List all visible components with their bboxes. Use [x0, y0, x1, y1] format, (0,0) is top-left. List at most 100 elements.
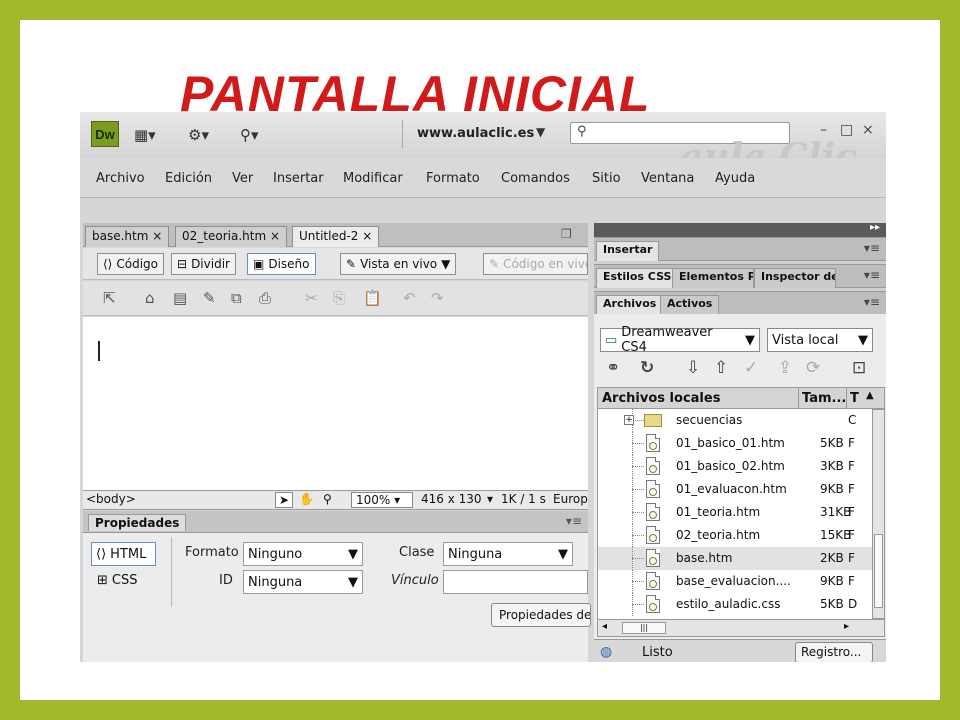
menu-comandos[interactable]: Comandos	[501, 171, 570, 186]
tab-propiedades[interactable]: Propiedades	[88, 514, 187, 531]
panel-menu-icon[interactable]: ▾≡	[566, 514, 582, 528]
clipboard-icon[interactable]: 📋	[363, 289, 382, 307]
site-name[interactable]: www.aulaclic.es	[417, 126, 534, 141]
restore-icon[interactable]: ❐	[561, 227, 572, 241]
close-icon[interactable]: ×	[862, 122, 874, 138]
scroll-thumb[interactable]: |||	[622, 622, 666, 634]
browser-icon[interactable]: ⌂	[145, 289, 155, 307]
sync-icon[interactable]: ⟳	[806, 358, 820, 378]
scroll-up-icon[interactable]: ▲	[866, 390, 874, 401]
check-out-icon[interactable]: ✓	[744, 358, 758, 378]
gear-icon[interactable]: ⚙▾	[188, 126, 209, 144]
vinculo-input[interactable]	[443, 570, 588, 594]
page-properties-button[interactable]: Propiedades de	[491, 603, 591, 627]
live-view-button[interactable]: ✎ Vista en vivo ▼	[340, 253, 457, 275]
scroll-right-icon[interactable]: ▸	[844, 621, 849, 632]
tab-base[interactable]: base.htm ×	[85, 226, 170, 247]
clase-select[interactable]: Ninguna ▼	[443, 542, 573, 566]
print-icon[interactable]: ⎙	[259, 289, 271, 307]
expand-plus-icon[interactable]: +	[624, 415, 634, 425]
close-icon[interactable]: ×	[362, 229, 372, 243]
tab-activos[interactable]: Activos	[660, 295, 720, 315]
menu-formato[interactable]: Formato	[426, 171, 480, 186]
expand-icon[interactable]: ⊡	[852, 358, 866, 378]
file-row[interactable]: + secuencias C	[598, 409, 873, 432]
panel-menu-icon[interactable]: ▾≡	[864, 295, 880, 309]
close-icon[interactable]: ×	[270, 229, 280, 243]
vertical-scrollbar[interactable]	[872, 409, 885, 619]
layout-icon[interactable]: ▦▾	[134, 126, 156, 144]
cut-icon[interactable]: ✂	[305, 289, 318, 307]
redo-icon[interactable]: ↷	[431, 289, 444, 307]
site-select[interactable]: ▭ Dreamweaver CS4 ▼	[600, 325, 760, 355]
view-select[interactable]: Vista local ▼	[767, 328, 873, 352]
code-view-button[interactable]: ⟨⟩ Código	[97, 253, 165, 275]
file-row[interactable]: estilo_auladic.css 5KB D	[598, 593, 873, 616]
chevron-down-icon[interactable]: ▼	[441, 257, 450, 271]
tab-elementos[interactable]: Elementos PA	[672, 268, 754, 288]
column-archivos-locales[interactable]: Archivos locales	[602, 391, 720, 406]
id-select[interactable]: Ninguna ▼	[243, 570, 363, 594]
horizontal-scrollbar[interactable]: ◂ ||| ▸	[597, 619, 885, 637]
collapse-icon[interactable]: ▸▸	[870, 222, 880, 233]
file-row[interactable]: 01_basico_02.htm 3KB F	[598, 455, 873, 478]
hand-icon[interactable]: ✋	[299, 492, 314, 506]
menu-sitio[interactable]: Sitio	[592, 171, 621, 186]
tab-02-teoria[interactable]: 02_teoria.htm ×	[175, 226, 288, 247]
menu-ver[interactable]: Ver	[232, 171, 253, 186]
bridge-icon[interactable]: ▤	[173, 289, 187, 307]
html-mode-button[interactable]: ⟨⟩ HTML	[91, 542, 156, 566]
put-files-icon[interactable]: ⇧	[714, 358, 728, 378]
chevron-down-icon[interactable]: ▼	[536, 125, 545, 139]
connect-icon[interactable]: ⚭	[606, 358, 620, 378]
minimize-icon[interactable]: –	[820, 122, 827, 138]
column-tamano[interactable]: Tam...	[802, 391, 846, 406]
close-icon[interactable]: ×	[152, 229, 162, 243]
file-row[interactable]: 01_basico_01.htm 5KB F	[598, 432, 873, 455]
panel-menu-icon[interactable]: ▾≡	[864, 268, 880, 282]
refresh-icon[interactable]: ↻	[640, 358, 654, 378]
file-row[interactable]: 01_teoria.htm 31KB F	[598, 501, 873, 524]
get-files-icon[interactable]: ⇩	[686, 358, 700, 378]
paste-icon[interactable]: ⎘	[333, 289, 345, 307]
registro-button[interactable]: Registro...	[795, 642, 873, 662]
file-row[interactable]: 01_evaluacon.htm 9KB F	[598, 478, 873, 501]
column-tipo[interactable]: T	[850, 391, 859, 406]
zoom-select[interactable]: 100% ▾	[351, 492, 413, 508]
pointer-icon[interactable]: ➤	[275, 492, 294, 508]
tab-estilos-css[interactable]: Estilos CSS	[596, 268, 679, 288]
edit-icon[interactable]: ✎	[203, 289, 216, 307]
file-row[interactable]: base_evaluacion.... 9KB F	[598, 570, 873, 593]
site-icon[interactable]: ⚲▾	[240, 126, 259, 144]
menu-ayuda[interactable]: Ayuda	[715, 171, 755, 186]
tab-insertar[interactable]: Insertar	[596, 241, 660, 261]
panel-menu-icon[interactable]: ▾≡	[864, 241, 880, 255]
design-view-button[interactable]: ▣ Diseño	[247, 253, 316, 275]
tag-selector[interactable]: <body>	[86, 492, 136, 506]
zoom-icon[interactable]: ⚲	[323, 492, 332, 506]
live-code-button[interactable]: ✎ Código en vivo	[483, 253, 588, 275]
scroll-left-icon[interactable]: ◂	[602, 621, 607, 632]
menu-modificar[interactable]: Modificar	[343, 171, 403, 186]
maximize-icon[interactable]: □	[840, 122, 853, 138]
menu-ventana[interactable]: Ventana	[641, 171, 694, 186]
menu-archivo[interactable]: Archivo	[96, 171, 145, 186]
copy-icon[interactable]: ⧉	[231, 289, 242, 307]
check-in-icon[interactable]: ⇪	[778, 358, 792, 378]
tab-untitled-2[interactable]: Untitled-2 ×	[292, 226, 380, 247]
split-view-button[interactable]: ⊟ Dividir	[171, 253, 236, 275]
menu-insertar[interactable]: Insertar	[273, 171, 324, 186]
design-canvas[interactable]	[83, 317, 588, 490]
file-row[interactable]: base.htm 2KB F	[598, 547, 873, 570]
file-row[interactable]: 02_teoria.htm 15KB F	[598, 524, 873, 547]
window-size[interactable]: 416 x 130	[421, 492, 482, 506]
chevron-down-icon[interactable]: ▾	[487, 492, 493, 506]
scroll-thumb[interactable]	[874, 534, 883, 608]
tab-archivos[interactable]: Archivos	[596, 295, 664, 315]
menu-edicion[interactable]: Edición	[165, 171, 212, 186]
formato-select[interactable]: Ninguno ▼	[243, 542, 363, 566]
tab-inspector[interactable]: Inspector de	[754, 268, 836, 288]
insert-icon[interactable]: ⇱	[103, 289, 116, 307]
css-mode-button[interactable]: ⊞ CSS	[97, 573, 138, 588]
undo-icon[interactable]: ↶	[403, 289, 416, 307]
